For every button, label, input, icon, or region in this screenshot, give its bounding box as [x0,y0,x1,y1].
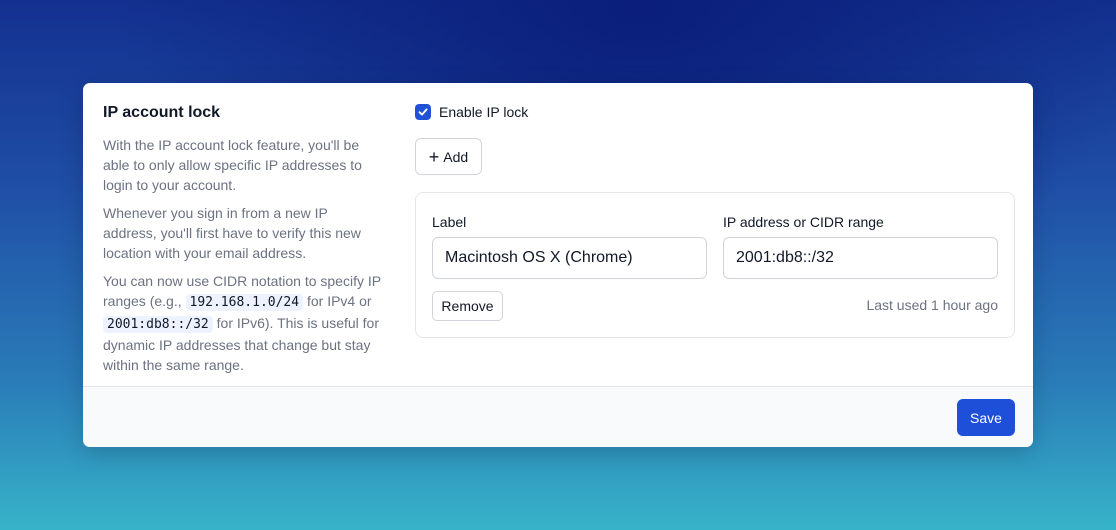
label-input[interactable] [432,237,707,279]
description-verify: Whenever you sign in from a new IP addre… [103,205,361,261]
save-button[interactable]: Save [957,399,1015,436]
remove-entry-button[interactable]: Remove [432,291,503,321]
ip-lock-settings: Enable IP lock + Add Label IP address or… [415,103,1015,338]
enable-ip-lock-checkbox[interactable] [415,104,431,120]
section-title: IP account lock [103,104,221,121]
enable-ip-lock-row[interactable]: Enable IP lock [415,103,1015,121]
add-ip-button[interactable]: + Add [415,138,482,175]
checkmark-icon [418,108,428,116]
enable-ip-lock-label[interactable]: Enable IP lock [439,104,528,120]
section-intro: IP account lock With the IP account lock… [103,103,381,383]
ipv4-example-code: 192.168.1.0/24 [185,294,304,311]
ipv6-example-code: 2001:db8::/32 [103,316,213,333]
ip-address-input[interactable] [723,237,998,279]
description-cidr: You can now use CIDR notation to specify… [103,271,381,375]
ip-field-heading: IP address or CIDR range [723,214,884,230]
add-button-label: Add [443,148,469,165]
label-field-heading: Label [432,214,467,230]
plus-icon: + [428,146,440,167]
ip-lock-card: IP account lock With the IP account lock… [83,83,1033,447]
description-feature: With the IP account lock feature, you'll… [103,137,362,193]
cidr-text-2: for IPv4 or [303,293,372,309]
ip-entry: Label IP address or CIDR range Remove La… [415,192,1015,338]
last-used-text: Last used 1 hour ago [866,297,998,313]
card-footer: Save [83,386,1033,447]
